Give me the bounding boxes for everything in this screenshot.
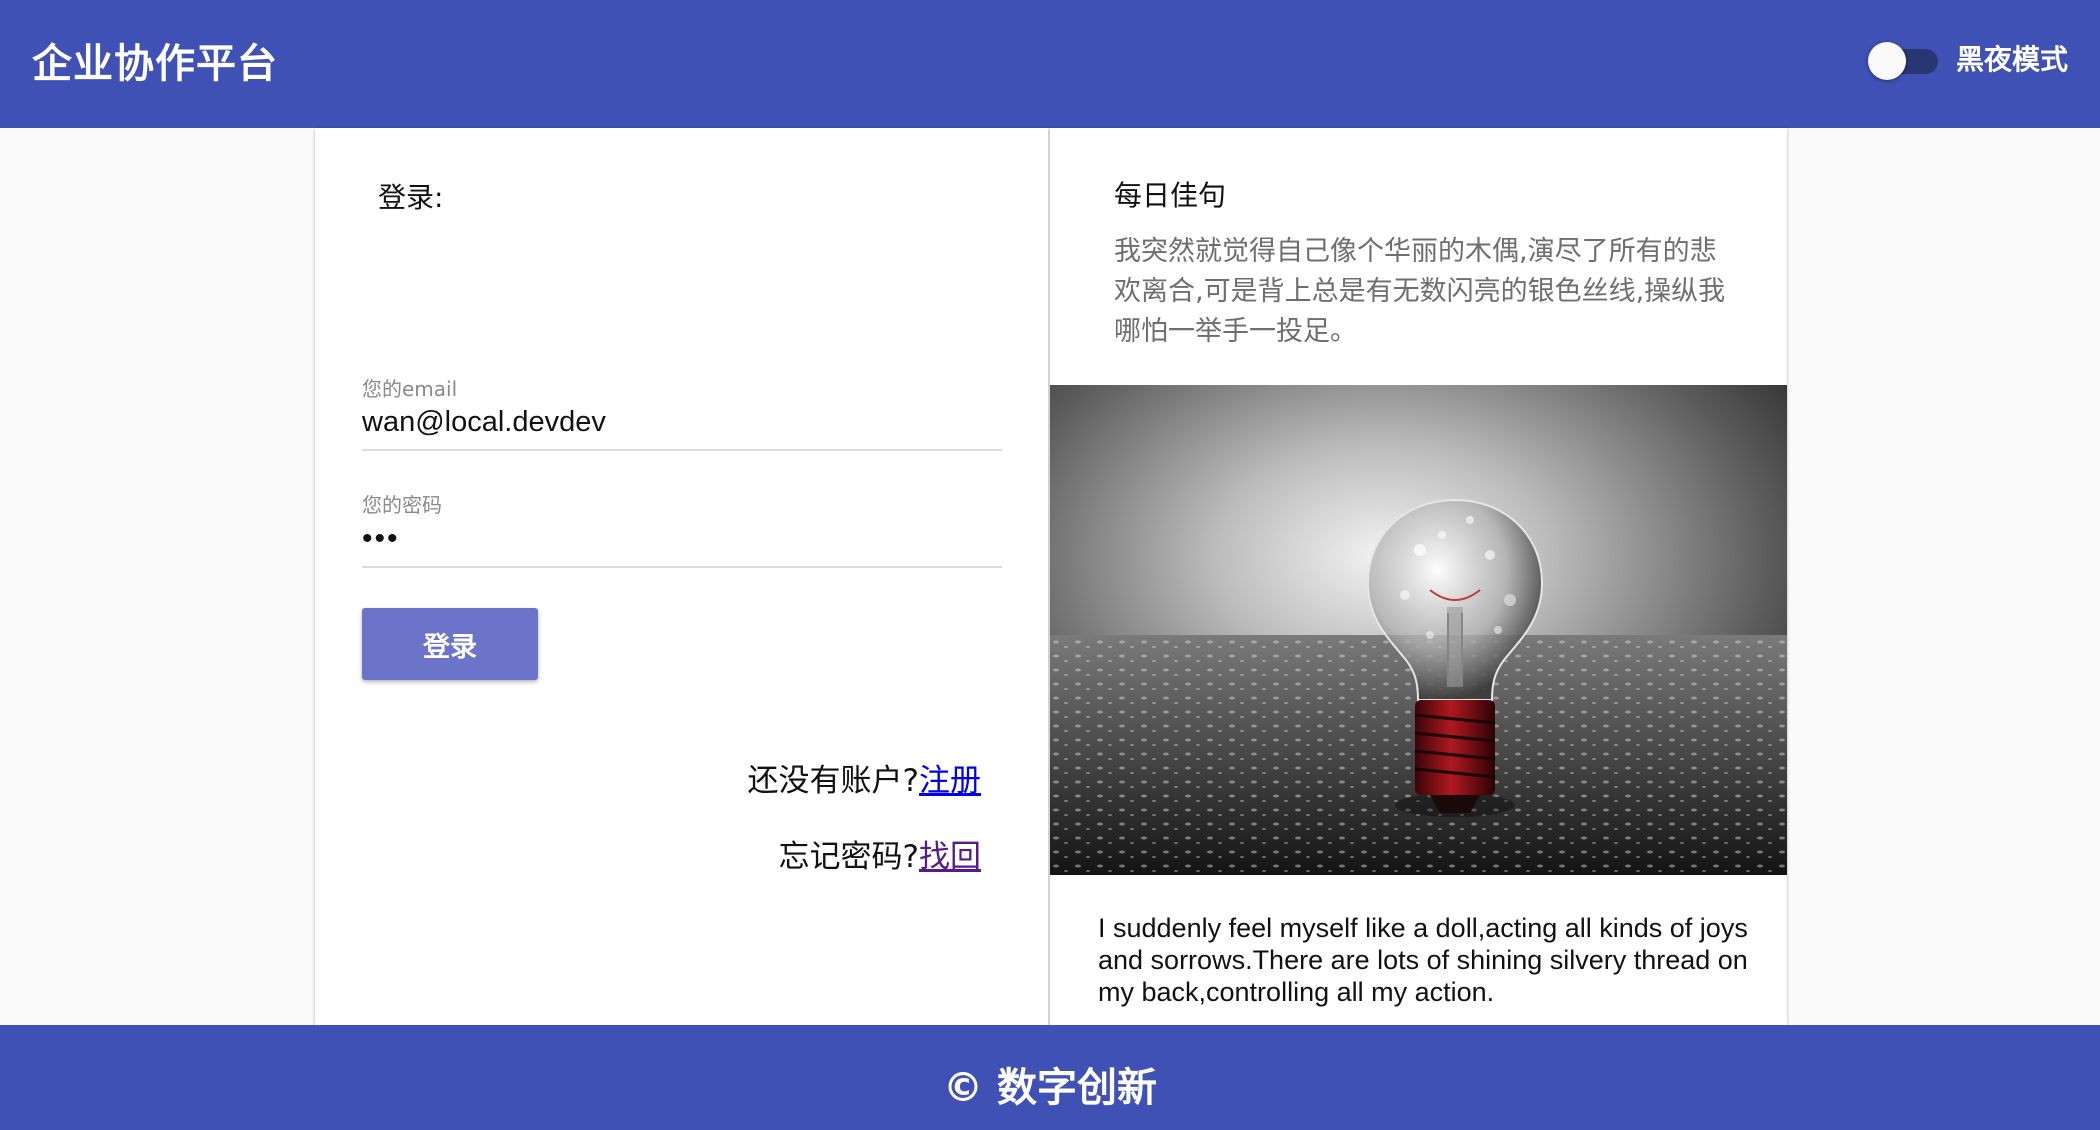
quote-text-chinese: 我突然就觉得自己像个华丽的木偶,演尽了所有的悲欢离合,可是背上总是有无数闪亮的银… [1114, 236, 1726, 347]
register-row: 还没有账户?注册 [748, 761, 981, 801]
login-heading: 登录: [378, 181, 444, 214]
quote-title: 每日佳句 [1114, 179, 1227, 212]
login-button[interactable]: 登录 [362, 608, 538, 680]
quote-text-english: I suddenly feel myself like a doll,actin… [1098, 913, 1748, 1007]
password-field: 您的密码 [362, 492, 1002, 568]
email-input[interactable] [362, 402, 1002, 451]
dark-mode-toggle[interactable] [1868, 42, 1940, 80]
password-input[interactable] [362, 518, 1002, 568]
recover-row: 忘记密码?找回 [779, 837, 981, 877]
email-field: 您的email [362, 376, 1002, 451]
recover-password-link[interactable]: 找回 [919, 839, 981, 875]
register-link[interactable]: 注册 [919, 763, 981, 799]
copyright-text: © 数字创新 [943, 1065, 1157, 1111]
login-card: 登录: 您的email 您的密码 登录 还没有账户?注册 忘记密码?找回 [315, 128, 1048, 1025]
dark-mode-label: 黑夜模式 [1956, 43, 2069, 76]
email-label: 您的email [362, 377, 458, 401]
recover-prompt: 忘记密码? [778, 839, 919, 875]
daily-quote-card: 每日佳句 我突然就觉得自己像个华丽的木偶,演尽了所有的悲欢离合,可是背上总是有无… [1050, 128, 1787, 1025]
password-label: 您的密码 [362, 493, 442, 517]
app-title: 企业协作平台 [32, 41, 278, 87]
footer: © 数字创新 [0, 1025, 2100, 1130]
toggle-knob [1868, 42, 1906, 80]
top-app-bar: 企业协作平台 黑夜模式 [0, 0, 2100, 128]
lightbulb-photo [1050, 385, 1787, 875]
register-prompt: 还没有账户? [747, 763, 919, 799]
